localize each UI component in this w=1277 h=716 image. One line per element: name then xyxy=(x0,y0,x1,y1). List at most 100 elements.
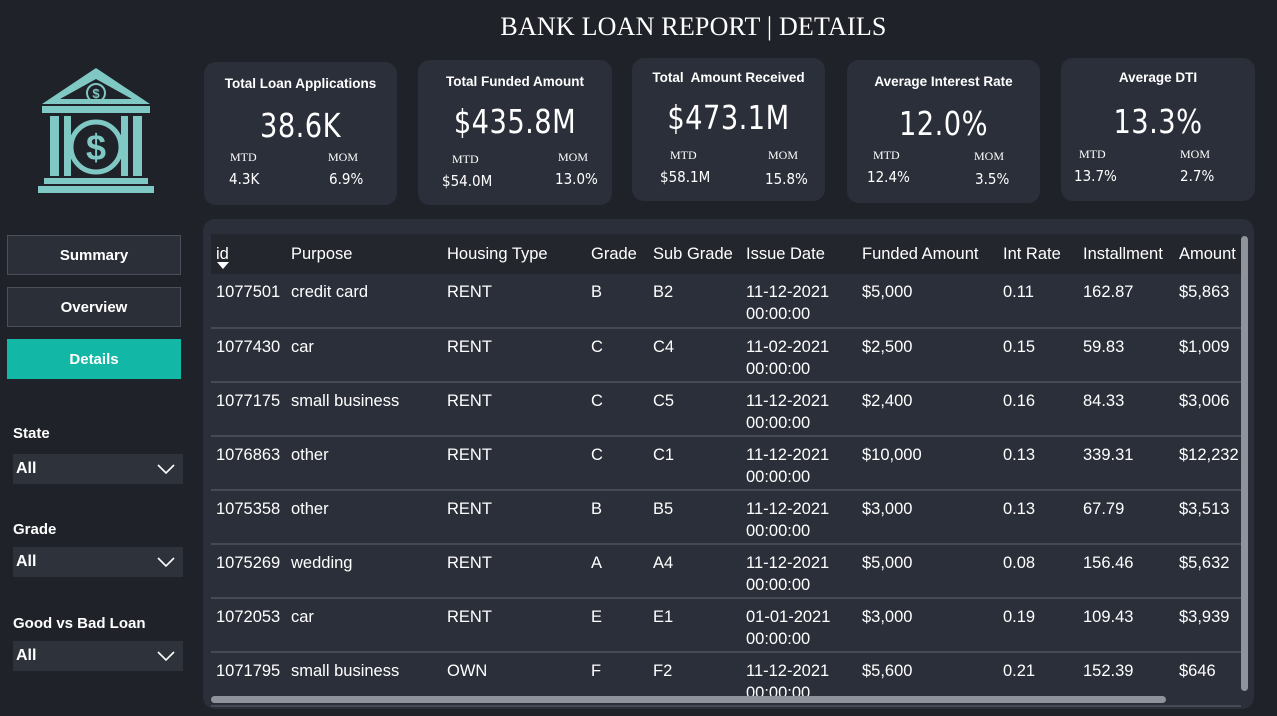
column-header-issue-date[interactable]: Issue Date xyxy=(741,234,857,274)
cell-purpose: car xyxy=(291,338,314,356)
cell-amount: $3,513 xyxy=(1179,500,1230,518)
kpi-card-total-amount-received: Total Amount Received $473.1M MTD MOM $5… xyxy=(632,58,825,201)
cell-sub-grade: E1 xyxy=(653,608,674,626)
kpi-mtd-value: $58.1M xyxy=(660,168,711,186)
cell-amount: $3,939 xyxy=(1179,608,1230,626)
cell-sub-grade: B2 xyxy=(653,283,674,301)
kpi-value: 13.3% xyxy=(1113,102,1203,141)
cell-housing-type: RENT xyxy=(447,554,492,572)
cell-purpose: credit card xyxy=(291,283,369,301)
kpi-mtd-label: MTD xyxy=(230,150,257,164)
cell-sub-grade: C4 xyxy=(653,338,675,356)
cell-purpose: wedding xyxy=(291,554,353,572)
table-row[interactable]: 1072053 car RENT E E1 01-01-2021 00:00:00 $3,00… xyxy=(211,598,1241,652)
sort-descending-icon xyxy=(217,262,229,269)
kpi-mom-value: 6.9% xyxy=(329,170,364,188)
table-row[interactable]: 1077175 small business RENT C C5 11-12-2021 00… xyxy=(211,382,1241,436)
state-filter-value: All xyxy=(16,460,37,477)
cell-issue-date-day: 11-02-2021 xyxy=(746,338,830,356)
kpi-title: Average Interest Rate xyxy=(874,74,1013,89)
cell-grade: C xyxy=(591,392,603,410)
cell-installment: 156.46 xyxy=(1083,554,1134,572)
cell-funded-amount: $2,400 xyxy=(862,392,913,410)
kpi-mtd-value: 4.3K xyxy=(229,170,260,188)
cell-installment: 84.33 xyxy=(1083,392,1125,410)
state-filter-dropdown[interactable]: All xyxy=(13,454,183,484)
grade-filter-label: Grade xyxy=(13,521,57,538)
table-row[interactable]: 1077501 credit card RENT B B2 11-12-2021 00:00… xyxy=(211,274,1241,328)
table-row[interactable]: 1076863 other RENT C C1 11-12-2021 00:00:00 $10… xyxy=(211,436,1241,490)
cell-sub-grade: C5 xyxy=(653,392,675,410)
column-header-funded-amount[interactable]: Funded Amount xyxy=(857,234,998,274)
cell-issue-date-time: 00:00:00 xyxy=(746,522,811,540)
cell-amount: $1,009 xyxy=(1179,338,1230,356)
cell-installment: 162.87 xyxy=(1083,283,1134,301)
bank-icon: $ $ xyxy=(38,68,154,193)
kpi-card-total-funded-amount: Total Funded Amount $435.8M MTD MOM $54.… xyxy=(418,60,612,205)
cell-sub-grade: C1 xyxy=(653,446,675,464)
kpi-mom-value: 13.0% xyxy=(555,170,598,188)
kpi-mom-value: 15.8% xyxy=(765,170,808,188)
cell-issue-date: 11-12-2021 00:00:00 xyxy=(741,382,857,436)
kpi-title: Total Amount Received xyxy=(652,70,805,85)
cell-installment: 109.43 xyxy=(1083,608,1134,626)
loan-quality-filter-value: All xyxy=(16,647,37,664)
loan-quality-filter-dropdown[interactable]: All xyxy=(13,641,183,671)
grade-filter-dropdown[interactable]: All xyxy=(13,547,183,577)
cell-grade: C xyxy=(591,446,603,464)
cell-housing-type: RENT xyxy=(447,446,492,464)
cell-grade: B xyxy=(591,283,603,301)
overview-button[interactable]: Overview xyxy=(7,287,181,327)
cell-issue-date-time: 00:00:00 xyxy=(746,468,811,486)
page-title: BANK LOAN REPORT | DETAILS xyxy=(500,12,887,41)
table-row[interactable]: 1075358 other RENT B B5 11-12-2021 00:00:00 $3,… xyxy=(211,490,1241,544)
kpi-mtd-label: MTD xyxy=(873,148,900,162)
cell-installment: 339.31 xyxy=(1083,446,1134,464)
horizontal-scrollbar[interactable] xyxy=(211,696,1166,703)
cell-id: 1077175 xyxy=(216,392,281,410)
cell-int-rate: 0.13 xyxy=(1003,446,1036,464)
cell-issue-date: 11-02-2021 00:00:00 xyxy=(741,328,857,382)
vertical-scrollbar[interactable] xyxy=(1241,236,1248,691)
column-header-id[interactable]: id xyxy=(211,234,286,274)
column-header-installment[interactable]: Installment xyxy=(1078,234,1174,274)
cell-issue-date-day: 11-12-2021 xyxy=(746,500,830,518)
cell-id: 1076863 xyxy=(216,446,281,464)
table-row[interactable]: 1075269 wedding RENT A A4 11-12-2021 00:00:00 $… xyxy=(211,544,1241,598)
cell-issue-date: 11-12-2021 00:00:00 xyxy=(741,544,857,598)
cell-int-rate: 0.08 xyxy=(1003,554,1036,572)
cell-id: 1075358 xyxy=(216,500,281,518)
cell-funded-amount: $2,500 xyxy=(862,338,913,356)
cell-housing-type: RENT xyxy=(447,338,492,356)
kpi-mom-label: MOM xyxy=(558,150,589,164)
cell-amount: $5,632 xyxy=(1179,554,1230,572)
state-filter-label: State xyxy=(13,425,50,442)
column-header-int-rate[interactable]: Int Rate xyxy=(998,234,1078,274)
chevron-down-icon xyxy=(157,557,175,567)
kpi-mtd-label: MTD xyxy=(452,152,479,166)
summary-button[interactable]: Summary xyxy=(7,235,181,275)
kpi-title: Total Funded Amount xyxy=(446,74,584,89)
cell-issue-date-day: 11-12-2021 xyxy=(746,392,830,410)
cell-int-rate: 0.15 xyxy=(1003,338,1036,356)
cell-issue-date-time: 00:00:00 xyxy=(746,305,811,323)
cell-installment: 59.83 xyxy=(1083,338,1125,356)
details-button[interactable]: Details xyxy=(7,339,181,379)
cell-grade: A xyxy=(591,554,603,572)
loan-details-table-panel: id Purpose Housing Type Grade Sub Grade … xyxy=(203,219,1254,709)
kpi-mtd-label: MTD xyxy=(670,148,697,162)
kpi-mom-value: 2.7% xyxy=(1180,167,1215,185)
column-header-amount[interactable]: Amount xyxy=(1174,234,1241,274)
table-row[interactable]: 1077430 car RENT C C4 11-02-2021 00:00:00 $2,50… xyxy=(211,328,1241,382)
kpi-card-average-interest-rate: Average Interest Rate 12.0% MTD MOM 12.4… xyxy=(847,60,1040,203)
column-header-housing-type[interactable]: Housing Type xyxy=(442,234,586,274)
kpi-value: 38.6K xyxy=(259,106,341,145)
cell-funded-amount: $5,000 xyxy=(862,554,913,572)
cell-purpose: car xyxy=(291,608,314,626)
column-header-grade[interactable]: Grade xyxy=(586,234,648,274)
column-header-purpose[interactable]: Purpose xyxy=(286,234,442,274)
cell-issue-date: 11-12-2021 00:00:00 xyxy=(741,490,857,544)
cell-purpose: other xyxy=(291,500,329,518)
cell-id: 1077501 xyxy=(216,283,281,301)
column-header-sub-grade[interactable]: Sub Grade xyxy=(648,234,741,274)
